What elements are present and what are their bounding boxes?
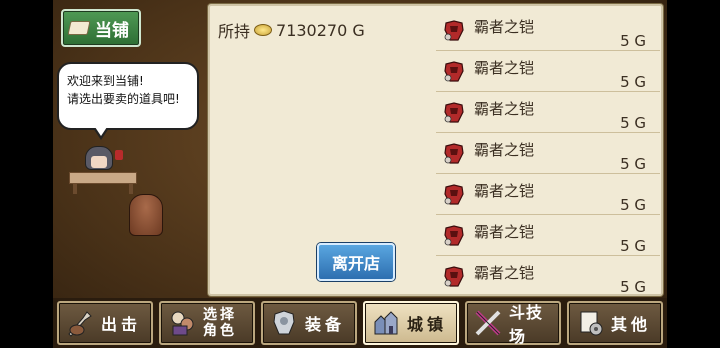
nav-equip-label: 装备 bbox=[305, 315, 346, 334]
red-armor-icon bbox=[444, 266, 464, 287]
shopkeeper-speech-bubble: 欢迎来到当铺! 请选出要卖的道具吧! bbox=[57, 62, 199, 140]
nav-select-character-label: 选择 角色 bbox=[203, 307, 237, 339]
item-price: 5 G bbox=[620, 196, 646, 214]
red-armor-icon bbox=[444, 143, 464, 164]
gear-document-icon bbox=[580, 311, 603, 336]
item-row[interactable]: 霸者之铠 5 G bbox=[436, 174, 660, 215]
greeting-line-1: 欢迎来到当铺! bbox=[67, 74, 144, 88]
item-row[interactable]: 霸者之铠 5 G bbox=[436, 133, 660, 174]
nav-town-label: 城镇 bbox=[407, 315, 448, 334]
town-icon bbox=[374, 311, 398, 335]
coin-icon bbox=[254, 24, 273, 36]
item-name: 霸者之铠 bbox=[474, 59, 535, 77]
item-price: 5 G bbox=[620, 237, 646, 255]
armor-icon bbox=[273, 310, 295, 335]
sword-hand-icon bbox=[68, 311, 92, 337]
red-armor-icon bbox=[444, 184, 464, 205]
nav-arena-label: 斗技场 bbox=[509, 303, 544, 346]
shop-title-label: 当铺 bbox=[95, 20, 129, 41]
item-name: 霸者之铠 bbox=[474, 100, 535, 118]
item-row[interactable]: 霸者之铠 5 G bbox=[436, 215, 660, 256]
nav-arena-button[interactable]: 斗技场 bbox=[465, 301, 561, 346]
item-price: 5 G bbox=[620, 114, 646, 132]
nav-select-character-button[interactable]: 选择 角色 bbox=[159, 301, 255, 345]
nav-town-button[interactable]: 城镇 bbox=[363, 301, 459, 345]
nav-sortie-button[interactable]: 出击 bbox=[57, 301, 153, 345]
sell-item-list: 霸者之铠 5 G 霸者之铠 5 G 霸者之铠 5 G 霸者之铠 5 G 霸者之铠… bbox=[436, 10, 660, 296]
item-price: 5 G bbox=[620, 278, 646, 296]
money-label: 所持 bbox=[218, 22, 251, 41]
item-name: 霸者之铠 bbox=[474, 141, 535, 159]
item-name: 霸者之铠 bbox=[474, 18, 535, 36]
nav-other-label: 其他 bbox=[611, 315, 652, 334]
counter-leg bbox=[129, 184, 133, 194]
nav-other-button[interactable]: 其他 bbox=[567, 301, 663, 345]
item-row[interactable]: 霸者之铠 5 G bbox=[436, 51, 660, 92]
counter-leg bbox=[73, 184, 77, 194]
item-price: 5 G bbox=[620, 155, 646, 173]
item-price: 5 G bbox=[620, 32, 646, 50]
nav-select-line-2: 角色 bbox=[203, 323, 237, 339]
player-character-sprite bbox=[129, 194, 163, 236]
money-amount: 7130270 G bbox=[276, 20, 365, 40]
item-name: 霸者之铠 bbox=[474, 223, 535, 241]
crossed-swords-icon bbox=[475, 310, 501, 336]
item-price: 5 G bbox=[620, 73, 646, 91]
shop-title-button[interactable]: 当铺 bbox=[61, 9, 141, 47]
sell-panel: 所持 7130270 G 霸者之铠 5 G 霸者之铠 5 G 霸者之铠 5 G … bbox=[208, 4, 663, 296]
red-armor-icon bbox=[444, 225, 464, 246]
characters-icon bbox=[171, 311, 194, 336]
red-armor-icon bbox=[444, 61, 464, 82]
red-armor-icon bbox=[444, 20, 464, 41]
bottom-nav: 出击 选择 角色 装备 城镇 斗技场 其他 bbox=[53, 298, 667, 348]
item-name: 霸者之铠 bbox=[474, 182, 535, 200]
item-name: 霸者之铠 bbox=[474, 264, 535, 282]
money-display: 所持 7130270 G bbox=[218, 18, 365, 42]
nav-select-line-1: 选择 bbox=[203, 307, 237, 323]
greeting-line-2: 请选出要卖的道具吧! bbox=[67, 92, 180, 106]
nav-sortie-label: 出击 bbox=[101, 315, 142, 334]
item-row[interactable]: 霸者之铠 5 G bbox=[436, 10, 660, 51]
leave-shop-button[interactable]: 离开店 bbox=[317, 243, 395, 281]
red-armor-icon bbox=[444, 102, 464, 123]
item-row[interactable]: 霸者之铠 5 G bbox=[436, 92, 660, 133]
game-screen: 当铺 欢迎来到当铺! 请选出要卖的道具吧! 所持 7130270 G 霸者之铠 bbox=[53, 0, 667, 348]
item-row[interactable]: 霸者之铠 5 G bbox=[436, 256, 660, 296]
shop-counter bbox=[69, 172, 137, 184]
bag-icon bbox=[67, 21, 91, 35]
nav-equip-button[interactable]: 装备 bbox=[261, 301, 357, 345]
